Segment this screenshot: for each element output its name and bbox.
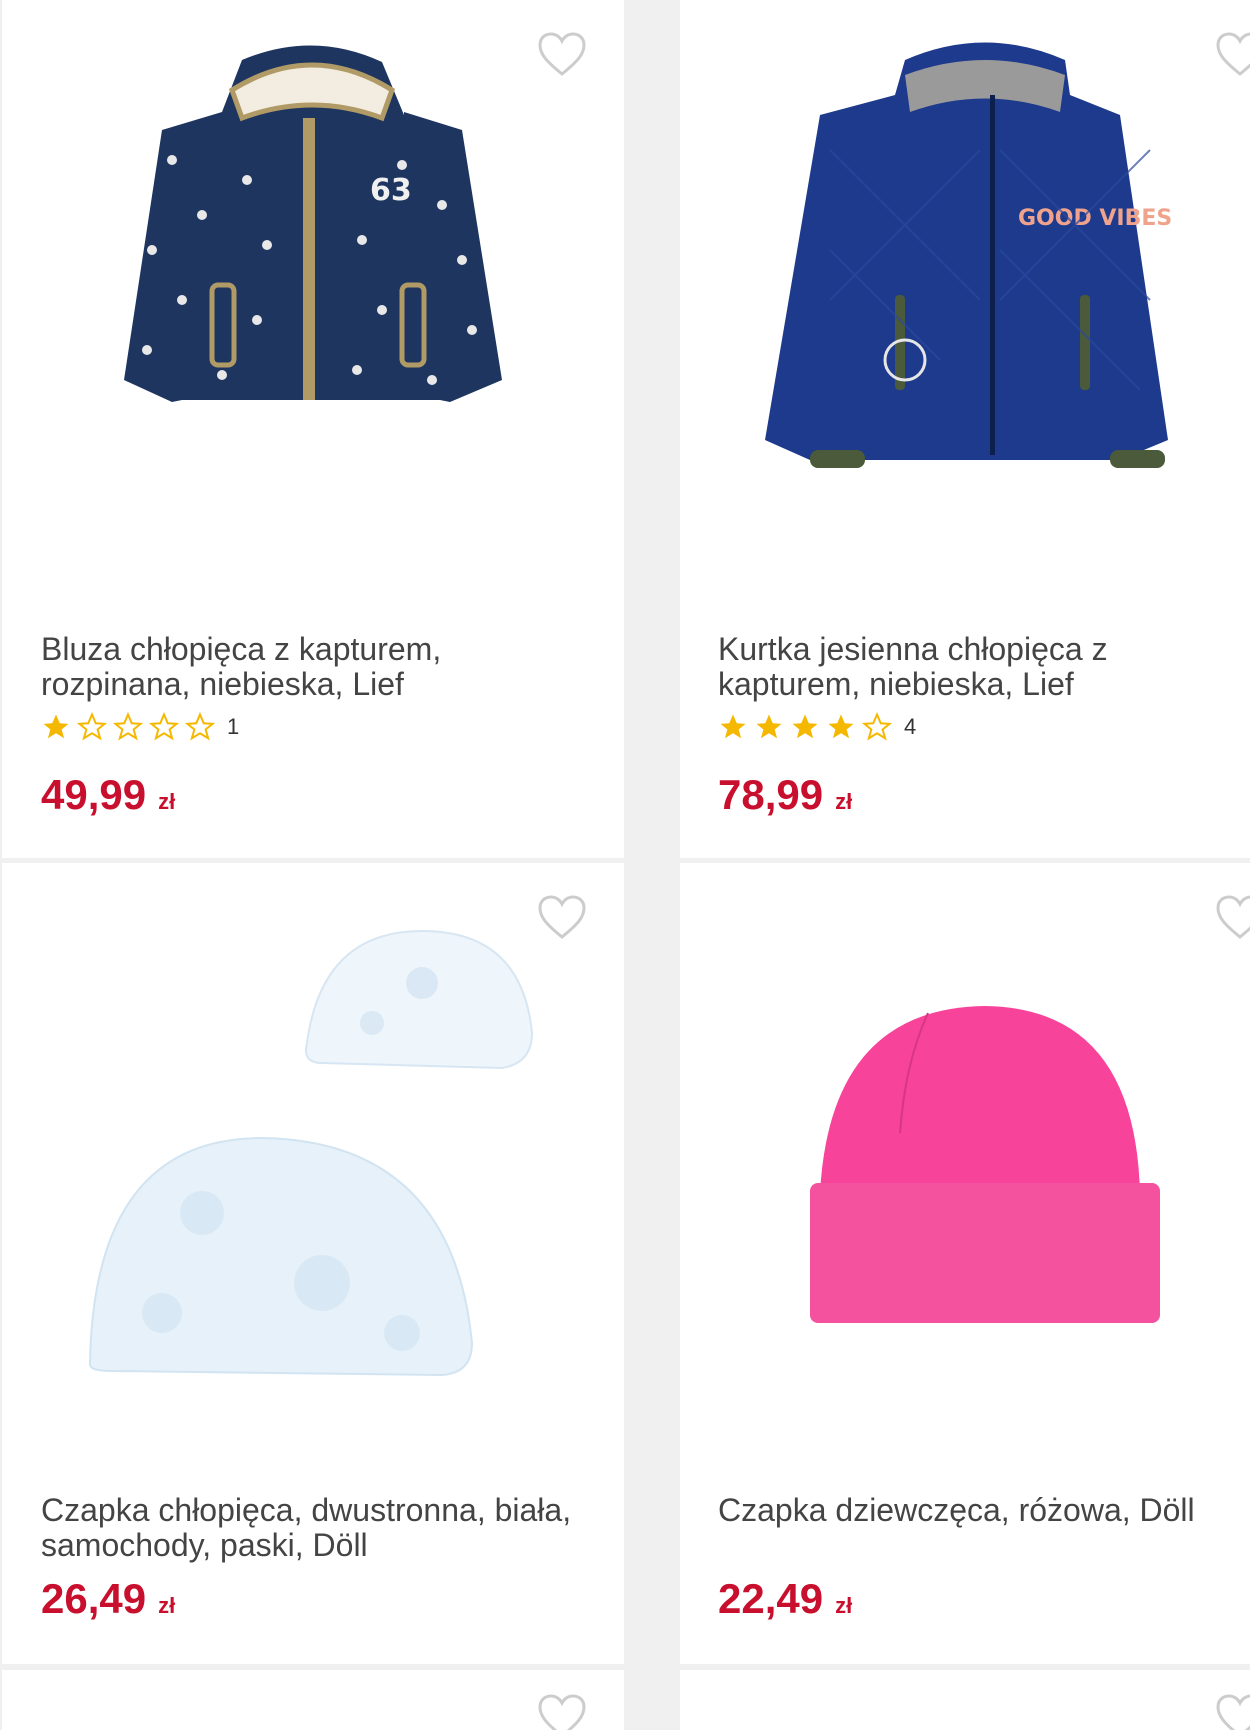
product-price: 78,99 zł — [718, 772, 852, 825]
price-value: 49,99 — [41, 771, 147, 818]
price-currency: zł — [158, 1593, 176, 1618]
product-price: 49,99 zł — [41, 772, 175, 825]
product-title[interactable]: Czapka dziewczęca, różowa, Döll — [718, 1493, 1250, 1528]
product-price: 22,49 zł — [718, 1576, 852, 1629]
product-card[interactable]: GOOD VIBES Kurtka jesienna chłopięca z k… — [680, 0, 1250, 858]
price-currency: zł — [158, 789, 176, 814]
star-filled-icon — [756, 714, 782, 739]
product-grid: 63 Bluza chłopięca z kapturem, rozpinana… — [0, 0, 1250, 1730]
product-image[interactable]: 63 — [2, 0, 624, 500]
price-value: 26,49 — [41, 1575, 147, 1622]
star-outline-icon — [862, 712, 892, 741]
heart-outline-icon[interactable] — [536, 1692, 588, 1730]
star-outline-icon — [185, 712, 215, 741]
star-filled-icon — [792, 714, 818, 739]
product-card[interactable] — [680, 1670, 1250, 1730]
product-image[interactable]: GOOD VIBES — [680, 0, 1250, 500]
heart-outline-icon[interactable] — [1214, 1692, 1250, 1730]
star-outline-icon — [113, 712, 143, 741]
rating-count: 4 — [904, 714, 917, 739]
product-image[interactable] — [680, 863, 1250, 1463]
product-title[interactable]: Czapka chłopięca, dwustronna, biała, sam… — [41, 1493, 581, 1563]
product-title[interactable]: Kurtka jesienna chłopięca z kapturem, ni… — [718, 632, 1250, 702]
price-value: 78,99 — [718, 771, 824, 818]
product-card[interactable] — [2, 1670, 624, 1730]
product-card[interactable]: 63 Bluza chłopięca z kapturem, rozpinana… — [2, 0, 624, 858]
price-currency: zł — [835, 789, 853, 814]
price-currency: zł — [835, 1593, 853, 1618]
rating: 1 — [41, 712, 239, 742]
star-filled-icon — [828, 714, 854, 739]
badge-text: GOOD VIBES — [1018, 206, 1172, 231]
rating: 4 — [718, 712, 916, 742]
product-card[interactable]: Czapka dziewczęca, różowa, Döll 22,49 zł — [680, 863, 1250, 1664]
star-filled-icon — [720, 714, 746, 739]
svg-text:63: 63 — [370, 173, 412, 208]
product-title[interactable]: Bluza chłopięca z kapturem, rozpinana, n… — [41, 632, 581, 702]
star-outline-icon — [149, 712, 179, 741]
star-filled-icon — [43, 714, 69, 739]
star-outline-icon — [77, 712, 107, 741]
product-price: 26,49 zł — [41, 1576, 175, 1629]
product-image[interactable] — [2, 863, 624, 1463]
rating-count: 1 — [227, 714, 240, 739]
price-value: 22,49 — [718, 1575, 824, 1622]
product-card[interactable]: Czapka chłopięca, dwustronna, biała, sam… — [2, 863, 624, 1664]
